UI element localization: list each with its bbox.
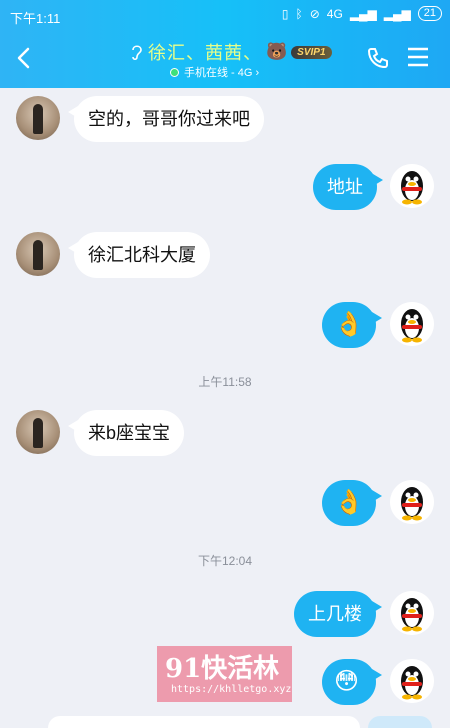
ok-hand-emoji[interactable]: 👌 xyxy=(322,302,382,348)
penguin-avatar-icon[interactable] xyxy=(390,591,434,635)
message-bubble[interactable]: 来b座宝宝 xyxy=(67,410,185,456)
status-bar: 下午1:11 ▯ ᛒ ⊘ 4G ▂▄▆ ▂▄▆ 21 xyxy=(0,0,450,30)
timestamp: 下午12:04 xyxy=(197,554,253,568)
menu-icon[interactable] xyxy=(406,46,430,68)
penguin-avatar-icon[interactable] xyxy=(390,302,434,346)
message-list[interactable]: 空的，哥哥你过来吧 地址 徐汇北科大厦 👌 上午11:58 来b座宝宝 👌 下午… xyxy=(0,88,450,728)
contact-avatar[interactable] xyxy=(16,410,60,454)
signal2-icon: ▂▄▆ xyxy=(383,6,411,21)
contact-name: 徐汇、茜茜、 xyxy=(148,43,262,63)
watermark-title: 91快活林 xyxy=(165,654,280,684)
penguin-avatar-icon[interactable] xyxy=(390,659,434,703)
timestamp: 上午11:58 xyxy=(198,375,252,389)
ear-icon xyxy=(132,45,142,61)
message-bubble[interactable]: 上几楼 xyxy=(294,591,382,637)
message-input[interactable] xyxy=(48,716,360,728)
vip-badge: SVIP1 xyxy=(291,45,332,59)
penguin-avatar-icon[interactable] xyxy=(390,480,434,524)
send-button[interactable] xyxy=(368,716,432,728)
status-time: 下午1:11 xyxy=(10,11,61,26)
battery-icon: 21 xyxy=(417,6,442,21)
contact-avatar[interactable] xyxy=(16,232,60,276)
message-bubble[interactable]: 地址 xyxy=(313,164,383,210)
back-arrow-icon[interactable] xyxy=(14,46,36,70)
online-status: 手机在线 - 4G › xyxy=(170,64,259,80)
message-bubble[interactable]: 徐汇北科大厦 xyxy=(68,232,210,278)
mute-icon: ⊘ xyxy=(309,6,320,21)
online-status-text: 手机在线 - 4G › xyxy=(184,67,260,79)
network-label: 4G xyxy=(326,6,343,21)
chat-title[interactable]: 徐汇、茜茜、 🐻 SVIP1 xyxy=(130,40,360,64)
phone-icon[interactable] xyxy=(366,46,390,70)
watermark-url: https://khlletgo.xyz xyxy=(171,684,292,695)
online-dot-icon xyxy=(170,67,179,77)
signal-icon: ▂▄▆ xyxy=(349,6,377,21)
chat-header: 下午1:11 ▯ ᛒ ⊘ 4G ▂▄▆ ▂▄▆ 21 徐汇、茜茜、 🐻 SVIP… xyxy=(0,0,450,88)
status-icons: ▯ ᛒ ⊘ 4G ▂▄▆ ▂▄▆ 21 xyxy=(282,6,442,21)
vibrate-icon: ▯ xyxy=(281,6,289,21)
ok-hand-emoji[interactable]: 👌 xyxy=(322,480,382,526)
watermark: 91快活林 https://khlletgo.xyz xyxy=(157,646,292,702)
contact-avatar[interactable] xyxy=(16,96,60,140)
message-bubble[interactable]: 空的，哥哥你过来吧 xyxy=(68,96,264,142)
bear-icon: 🐻 xyxy=(266,42,288,61)
flushed-emoji[interactable]: 😳 xyxy=(322,659,382,705)
bluetooth-icon: ᛒ xyxy=(295,6,303,21)
penguin-avatar-icon[interactable] xyxy=(390,164,434,208)
